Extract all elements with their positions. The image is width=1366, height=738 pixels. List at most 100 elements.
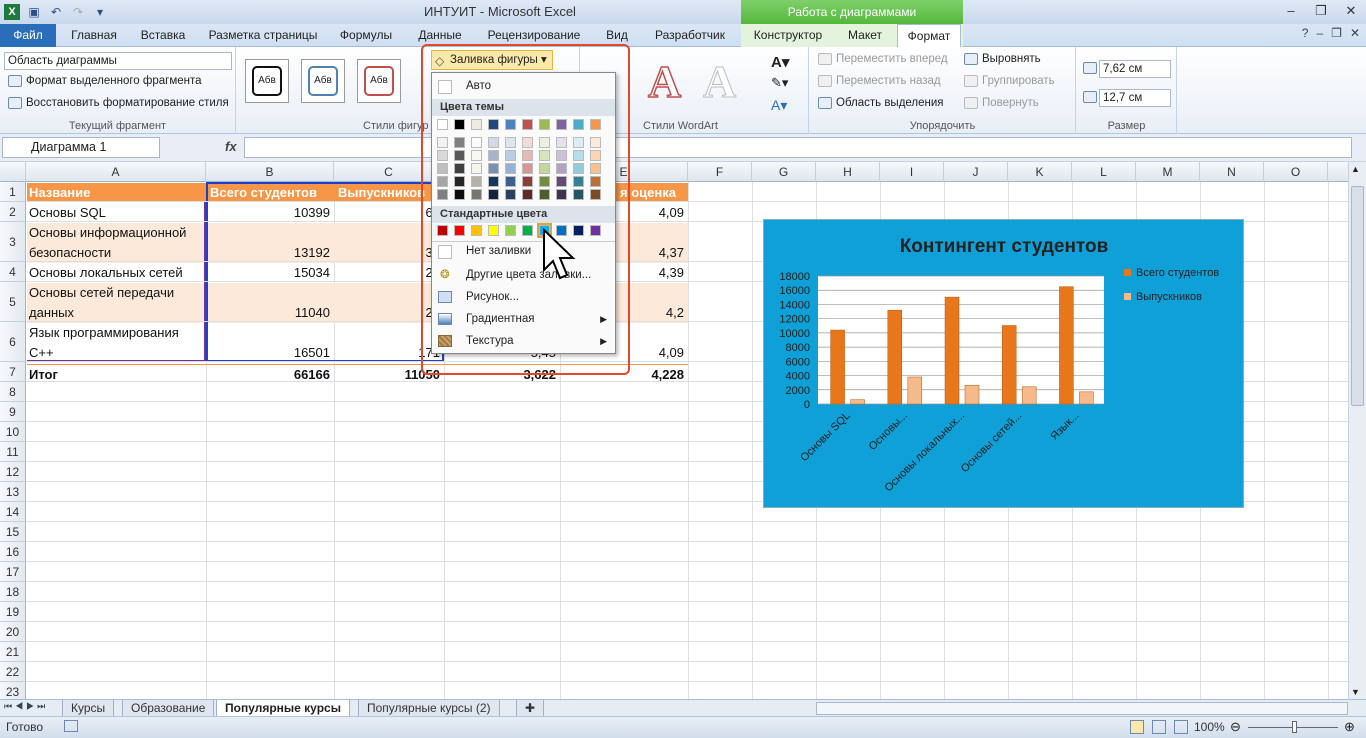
insert-sheet-icon[interactable]: ✚ (516, 700, 545, 717)
theme-color-shade[interactable] (522, 163, 533, 174)
chart-area[interactable]: Контингент студентов 18000 16000 14000 1200… (763, 219, 1244, 508)
zoom-out-icon[interactable]: ⊖ (1230, 719, 1241, 735)
theme-color-shade[interactable] (454, 163, 465, 174)
scroll-down-icon[interactable]: ▼ (1351, 687, 1360, 697)
col-header[interactable]: L (1072, 162, 1136, 182)
shape-height-input[interactable]: 7,62 см (1099, 60, 1171, 78)
theme-color-shade[interactable] (437, 176, 448, 187)
theme-color-shade[interactable] (522, 137, 533, 148)
col-header[interactable]: K (1008, 162, 1072, 182)
row-header[interactable]: 15 (0, 522, 26, 542)
wordart-red[interactable]: A (647, 55, 682, 108)
theme-color-shade[interactable] (471, 163, 482, 174)
theme-color-shade[interactable] (590, 137, 601, 148)
standard-color-swatch[interactable] (522, 225, 533, 236)
bar[interactable] (850, 399, 865, 405)
theme-color-shade[interactable] (505, 137, 516, 148)
theme-color-shade[interactable] (590, 176, 601, 187)
theme-color-shade[interactable] (522, 150, 533, 161)
theme-color-shade[interactable] (505, 150, 516, 161)
theme-color-swatch[interactable] (522, 119, 533, 130)
theme-color-shade[interactable] (471, 137, 482, 148)
wordart-outline[interactable]: A (702, 55, 736, 108)
row-header[interactable]: 4 (0, 262, 26, 282)
bar[interactable] (944, 296, 960, 405)
help-icon[interactable]: ? (1302, 26, 1309, 40)
zoom-level[interactable]: 100% (1194, 720, 1225, 734)
standard-color-swatch[interactable] (505, 225, 516, 236)
col-header[interactable]: I (880, 162, 944, 182)
theme-color-shade[interactable] (505, 163, 516, 174)
standard-color-swatch[interactable] (488, 225, 499, 236)
theme-color-shade[interactable] (539, 176, 550, 187)
macro-record-icon[interactable] (64, 720, 78, 732)
menu-no-fill[interactable]: Нет заливки (432, 241, 615, 262)
theme-color-swatch[interactable] (573, 119, 584, 130)
vertical-scrollbar[interactable]: ▲ ▼ (1348, 162, 1366, 699)
row-header[interactable]: 3 (0, 222, 26, 262)
row-header[interactable]: 22 (0, 662, 26, 682)
theme-color-shade[interactable] (556, 150, 567, 161)
standard-color-swatch[interactable] (471, 225, 482, 236)
theme-color-swatch[interactable] (488, 119, 499, 130)
page-layout-view-icon[interactable] (1152, 720, 1166, 734)
page-break-view-icon[interactable] (1174, 720, 1188, 734)
selection-pane-button[interactable]: Область выделения (818, 97, 944, 109)
sheet-tab[interactable]: Популярные курсы (2) (358, 700, 500, 717)
row-header[interactable]: 21 (0, 642, 26, 662)
doc-close-icon[interactable]: ✕ (1350, 26, 1360, 40)
theme-color-shade[interactable] (437, 163, 448, 174)
shape-style-blue[interactable]: Абв (301, 59, 345, 103)
col-header[interactable]: A (26, 162, 206, 182)
theme-color-shade[interactable] (573, 163, 584, 174)
theme-color-shade[interactable] (437, 150, 448, 161)
row-header[interactable]: 6 (0, 322, 26, 362)
col-header[interactable]: F (688, 162, 752, 182)
row-header[interactable]: 5 (0, 282, 26, 322)
shape-style-black[interactable]: Абв (245, 59, 289, 103)
menu-texture[interactable]: Текстура ▶ (432, 331, 615, 352)
chart-title[interactable]: Контингент студентов (900, 236, 1109, 257)
text-outline-icon[interactable]: ✎▾ (771, 75, 788, 91)
col-header[interactable]: B (206, 162, 334, 182)
theme-color-swatch[interactable] (437, 119, 448, 130)
theme-color-shade[interactable] (488, 176, 499, 187)
bar[interactable] (1021, 386, 1037, 405)
normal-view-icon[interactable] (1130, 720, 1144, 734)
row-header[interactable]: 1 (0, 182, 26, 202)
theme-color-shade[interactable] (573, 176, 584, 187)
bar[interactable] (1001, 325, 1017, 405)
row-header[interactable]: 16 (0, 542, 26, 562)
theme-color-swatch[interactable] (590, 119, 601, 130)
col-header[interactable]: H (816, 162, 880, 182)
row-header[interactable]: 13 (0, 482, 26, 502)
theme-color-shade[interactable] (573, 150, 584, 161)
tab-formulas[interactable]: Формулы (330, 24, 402, 47)
row-header[interactable]: 11 (0, 442, 26, 462)
menu-more-colors[interactable]: ❂ Другие цвета заливки... (432, 265, 615, 286)
row-header[interactable]: 23 (0, 682, 26, 699)
theme-color-shade[interactable] (539, 163, 550, 174)
row-header[interactable]: 12 (0, 462, 26, 482)
align-button[interactable]: Выровнять (964, 53, 1041, 65)
theme-color-swatch[interactable] (471, 119, 482, 130)
theme-color-shade[interactable] (590, 150, 601, 161)
doc-restore-icon[interactable]: ❐ (1331, 26, 1342, 40)
theme-color-shade[interactable] (573, 137, 584, 148)
col-header[interactable]: G (752, 162, 816, 182)
sheet-tab[interactable]: Курсы (62, 700, 115, 717)
row-header[interactable]: 19 (0, 602, 26, 622)
standard-color-swatch[interactable] (437, 225, 448, 236)
col-header[interactable]: J (944, 162, 1008, 182)
row-header[interactable]: 14 (0, 502, 26, 522)
shape-style-red[interactable]: Абв (357, 59, 401, 103)
formula-input[interactable] (244, 137, 1352, 158)
name-box[interactable]: Диаграмма 1 (2, 137, 160, 158)
theme-color-shade[interactable] (505, 189, 516, 200)
group-button[interactable]: Группировать (964, 75, 1055, 87)
shape-width-input[interactable]: 12,7 см (1099, 89, 1171, 107)
row-header[interactable]: 7 (0, 362, 26, 382)
theme-color-shade[interactable] (590, 189, 601, 200)
theme-color-shade[interactable] (454, 150, 465, 161)
bar[interactable] (964, 384, 980, 405)
